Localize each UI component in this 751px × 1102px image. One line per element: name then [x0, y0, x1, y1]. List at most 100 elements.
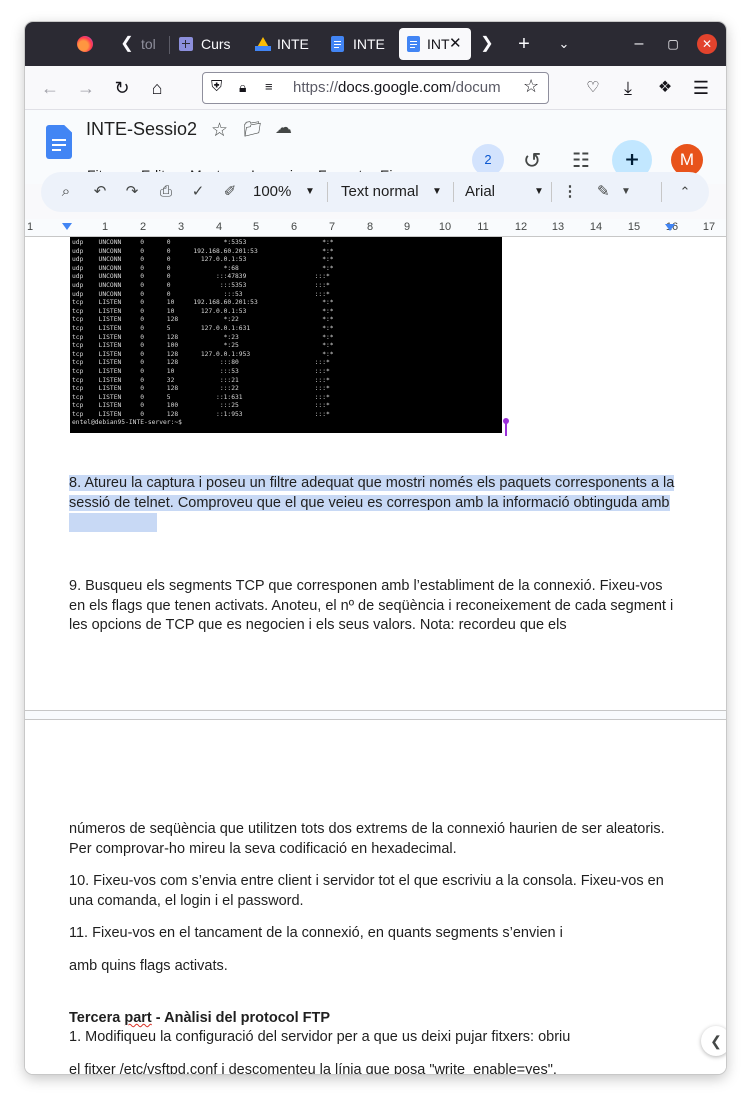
menu-icon[interactable]: ☰ [689, 76, 713, 100]
more-options-icon[interactable]: ⋮ [561, 172, 579, 212]
terminal-line: tcp LISTEN 0 128 ::1:953 :::* [72, 410, 330, 418]
terminal-line: entel@debian95-INTE-server:~$ [72, 419, 182, 427]
paragraph-8[interactable]: 8. Atureu la captura i poseu un filtre a… [69, 474, 679, 533]
shield-icon[interactable]: ⛨ [211, 78, 222, 95]
terminal-line: tcp LISTEN 0 100 :::25 :::* [72, 402, 330, 410]
document-canvas: udp UNCONN 0 0 *:5353 *:* udp UNCONN 0 0 … [25, 237, 726, 1074]
lock-icon[interactable]: 🔒︎ [239, 79, 246, 96]
comments-icon[interactable]: ☷ [572, 148, 590, 173]
terminal-line: tcp LISTEN 0 5 127.0.0.1:631 *:* [72, 324, 334, 332]
redo-icon[interactable]: ↷ [121, 172, 143, 212]
tab-scroll-left-icon[interactable]: ❮ [117, 34, 137, 54]
collaborator-cursor [503, 418, 509, 436]
extensions-icon[interactable]: ❖ [653, 76, 677, 100]
terminal-line: tcp LISTEN 0 128 :::80 :::* [72, 359, 330, 367]
section-heading[interactable]: Tercera part - Anàlisi del protocol FTP [69, 1009, 679, 1029]
list-tabs-icon[interactable]: ⌄ [554, 34, 574, 54]
terminal-line: udp UNCONN 0 0 :::47839 :::* [72, 273, 330, 281]
tab-1[interactable]: Curs [179, 28, 233, 60]
move-folder-icon[interactable]: 📁︎ [243, 120, 262, 138]
chevron-down-icon: ▼ [621, 186, 631, 197]
bookmark-star-icon[interactable]: ☆ [523, 76, 539, 97]
browser-window: ❮ tol Curs INTE INTE INT ✕ ❯ + ⌄ – ▢ ✕ ← [25, 22, 726, 1074]
terminal-line: tcp LISTEN 0 128 127.0.0.1:953 *:* [72, 350, 334, 358]
document-page[interactable]: números de seqüència que utilitzen tots … [25, 719, 726, 1074]
terminal-line: udp UNCONN 0 0 *:68 *:* [72, 264, 334, 272]
nav-bar: ← → ↻ ⌂ ⛨ 🔒︎ ≡ https://docs.google.com/d… [25, 66, 726, 110]
undo-icon[interactable]: ↶ [89, 172, 111, 212]
pencil-icon: ✎ [597, 183, 610, 200]
terminal-line: tcp LISTEN 0 10 192.168.60.201:53 *:* [72, 299, 334, 307]
maximize-icon[interactable]: ▢ [663, 34, 683, 54]
spellcheck-icon[interactable]: ✓ [187, 172, 209, 212]
chevron-down-icon: ▼ [305, 186, 315, 197]
url-text[interactable]: https://docs.google.com/docum [293, 73, 518, 103]
terminal-line: udp UNCONN 0 0 *:5353 *:* [72, 239, 334, 246]
docs-icon [407, 36, 420, 52]
paragraph-style-select[interactable]: Text normal ▼ [341, 172, 451, 212]
print-icon[interactable]: ⎙ [155, 172, 177, 212]
search-menus-icon[interactable]: ⌕ [55, 172, 77, 212]
document-page[interactable]: udp UNCONN 0 0 *:5353 *:* udp UNCONN 0 0 … [25, 237, 726, 711]
terminal-line: udp UNCONN 0 0 127.0.0.1:53 *:* [72, 256, 334, 264]
tab-active[interactable]: INT ✕ [399, 28, 471, 60]
drive-icon [255, 37, 271, 51]
terminal-line: udp UNCONN 0 0 :::53 :::* [72, 290, 330, 298]
terminal-line: tcp LISTEN 0 128 *:22 *:* [72, 316, 334, 324]
terminal-line: tcp LISTEN 0 10 127.0.0.1:53 *:* [72, 307, 334, 315]
minimize-icon[interactable]: – [629, 34, 649, 54]
left-indent-marker[interactable] [62, 223, 72, 230]
firefox-logo-icon [77, 36, 93, 52]
pocket-icon[interactable]: ♡ [581, 76, 605, 100]
sheets-icon [179, 37, 193, 51]
paint-format-icon[interactable]: ✐ [219, 172, 241, 212]
chevron-down-icon: ▼ [534, 186, 544, 197]
terminal-line: udp UNCONN 0 0 :::5353 :::* [72, 281, 330, 289]
terminal-line: tcp LISTEN 0 128 :::22 :::* [72, 385, 330, 393]
home-icon[interactable]: ⌂ [145, 76, 169, 100]
terminal-line: tcp LISTEN 0 10 :::53 :::* [72, 367, 330, 375]
paragraph-10[interactable]: 10. Fixeu-vos com s’envia entre client i… [69, 872, 679, 911]
font-select[interactable]: Arial ▼ [465, 172, 555, 212]
collapse-menus-icon[interactable]: ⌃ [673, 172, 697, 212]
tab-scroll-right-icon[interactable]: ❯ [477, 34, 497, 54]
paragraph-9-continued[interactable]: números de seqüència que utilitzen tots … [69, 820, 679, 859]
tab-2[interactable]: INTE [255, 28, 311, 60]
selection-highlight [69, 513, 157, 532]
zoom-select[interactable]: 100% ▼ [253, 172, 323, 212]
side-panel-toggle-icon[interactable]: ❮ [701, 1026, 726, 1056]
tab-3[interactable]: INTE [331, 28, 387, 60]
terminal-screenshot-image: udp UNCONN 0 0 *:5353 *:* udp UNCONN 0 0 … [70, 237, 502, 433]
docs-icon [331, 36, 344, 52]
ruler[interactable]: 1 1 2 3 4 5 6 7 8 9 10 11 12 13 14 15 16… [25, 219, 726, 237]
downloads-icon[interactable]: ⤓ [616, 76, 640, 100]
terminal-line: tcp LISTEN 0 32 :::21 :::* [72, 376, 330, 384]
terminal-line: tcp LISTEN 0 128 *:23 *:* [72, 333, 334, 341]
paragraph-ftp-1[interactable]: 1. Modifiqueu la configuració del servid… [69, 1028, 679, 1048]
new-tab-icon[interactable]: + [514, 34, 534, 54]
forward-icon[interactable]: → [74, 76, 98, 100]
version-history-icon[interactable]: ↺ [523, 148, 541, 174]
document-title[interactable]: INTE-Sessio2 [86, 119, 197, 140]
terminal-line: udp UNCONN 0 0 192.168.60.201:53 *:* [72, 247, 334, 255]
cloud-status-icon[interactable]: ☁︎ [275, 118, 292, 138]
close-tab-icon[interactable]: ✕ [449, 28, 462, 60]
close-window-icon[interactable]: ✕ [697, 34, 717, 54]
docs-logo-icon[interactable] [46, 125, 72, 159]
paragraph-9[interactable]: 9. Busqueu els segments TCP que correspo… [69, 577, 679, 636]
reload-icon[interactable]: ↻ [110, 76, 134, 100]
paragraph-ftp-1-continued[interactable]: el fitxer /etc/vsftpd.conf i descomenteu… [69, 1061, 679, 1074]
back-icon[interactable]: ← [38, 76, 62, 100]
permissions-icon[interactable]: ≡ [265, 79, 273, 94]
terminal-line: tcp LISTEN 0 100 *:25 *:* [72, 342, 334, 350]
url-bar[interactable]: ⛨ 🔒︎ ≡ https://docs.google.com/docum ☆ [202, 72, 549, 104]
chevron-down-icon: ▼ [432, 186, 442, 197]
tab-bar: ❮ tol Curs INTE INTE INT ✕ ❯ + ⌄ – ▢ ✕ [25, 22, 726, 66]
terminal-line: tcp LISTEN 0 5 ::1:631 :::* [72, 393, 330, 401]
star-icon[interactable]: ☆ [211, 119, 228, 142]
docs-toolbar: ⌕ ↶ ↷ ⎙ ✓ ✐ 100% ▼ Text normal ▼ Arial ▼ ⋮ … [41, 172, 709, 212]
paragraph-11[interactable]: 11. Fixeu-vos en el tancament de la conn… [69, 924, 679, 944]
tab-0[interactable]: tol [141, 28, 157, 60]
editing-mode-button[interactable]: ✎ ▼ [597, 172, 637, 212]
paragraph-11-continued[interactable]: amb quins flags activats. [69, 957, 679, 977]
